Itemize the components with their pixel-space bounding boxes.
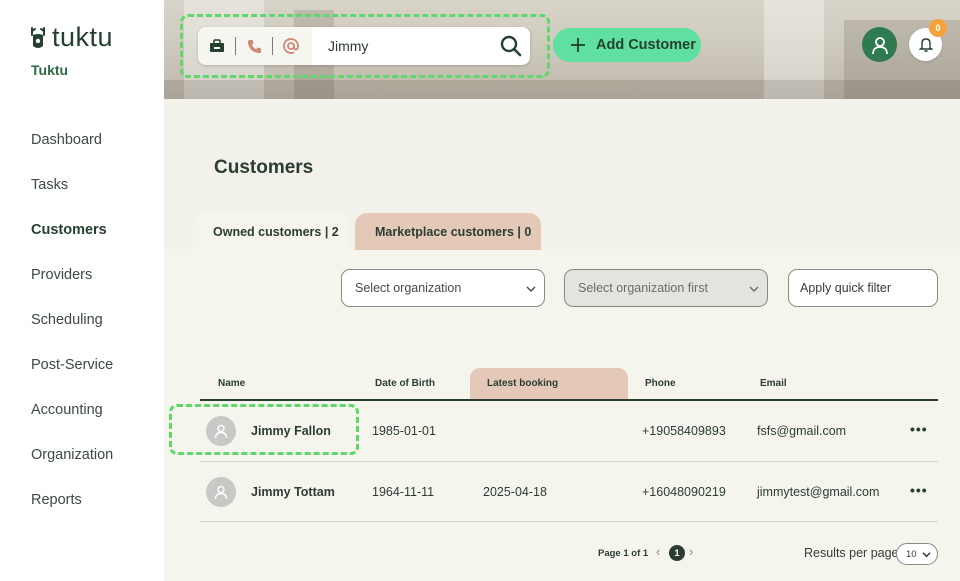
add-customer-button[interactable]: Add Customer (553, 28, 701, 62)
row-actions-menu[interactable]: ••• (910, 421, 928, 437)
notification-count-badge: 0 (929, 19, 947, 37)
tab-marketplace-customers[interactable]: Marketplace customers | 0 (355, 213, 541, 250)
add-customer-label: Add Customer (596, 37, 696, 53)
customer-avatar (206, 477, 236, 507)
sidebar-item-customers[interactable]: Customers (31, 220, 113, 265)
sidebar: tuktu Tuktu Dashboard Tasks Customers Pr… (0, 0, 164, 581)
user-icon (871, 36, 888, 54)
user-placeholder-icon (214, 485, 228, 500)
sidebar-item-scheduling[interactable]: Scheduling (31, 310, 113, 355)
customer-phone: +16048090219 (642, 485, 726, 499)
bell-icon (918, 38, 933, 52)
column-header-phone[interactable]: Phone (645, 378, 676, 389)
organization-select-placeholder: Select organization (355, 281, 462, 295)
secondary-select-placeholder: Select organization first (578, 281, 708, 295)
previous-page-button[interactable]: ‹ (656, 544, 660, 559)
table-header-divider (200, 399, 938, 401)
column-header-name[interactable]: Name (218, 378, 245, 389)
customer-email: fsfs@gmail.com (757, 424, 847, 438)
customer-latest-booking: 2025-04-18 (483, 485, 547, 499)
plus-icon (571, 38, 585, 52)
row-divider (200, 521, 938, 522)
customer-phone: +19058409893 (642, 424, 726, 438)
sidebar-item-organization[interactable]: Organization (31, 445, 113, 490)
sidebar-item-reports[interactable]: Reports (31, 490, 113, 535)
column-header-email[interactable]: Email (760, 378, 787, 389)
organization-name: Tuktu (31, 62, 69, 78)
row-divider (200, 461, 938, 462)
row-actions-menu[interactable]: ••• (910, 482, 928, 498)
sidebar-item-dashboard[interactable]: Dashboard (31, 130, 113, 175)
results-per-page-value: 10 (906, 548, 917, 560)
user-avatar-button[interactable] (862, 27, 897, 62)
results-per-page-select[interactable]: 10 (896, 543, 938, 565)
search-highlight-annotation (180, 14, 550, 78)
customer-dob: 1964-11-11 (372, 485, 435, 499)
customer-name-link[interactable]: Jimmy Tottam (251, 485, 335, 499)
brand-name: tuktu (52, 22, 114, 52)
sidebar-nav: Dashboard Tasks Customers Providers Sche… (31, 130, 113, 535)
customer-dob: 1985-01-01 (372, 424, 436, 438)
customer-email: jimmytest@gmail.com (757, 485, 880, 499)
chevron-down-icon (526, 286, 536, 292)
column-header-latest-booking[interactable]: Latest booking (487, 378, 558, 389)
organization-select[interactable]: Select organization (341, 269, 545, 307)
chevron-down-icon (922, 552, 931, 558)
quick-filter-button[interactable]: Apply quick filter (788, 269, 938, 307)
sidebar-item-tasks[interactable]: Tasks (31, 175, 113, 220)
page-info: Page 1 of 1 (598, 548, 649, 559)
brand-logo[interactable]: tuktu (30, 22, 113, 53)
sidebar-item-post-service[interactable]: Post-Service (31, 355, 113, 400)
secondary-organization-select[interactable]: Select organization first (564, 269, 768, 307)
sidebar-item-accounting[interactable]: Accounting (31, 400, 113, 445)
sidebar-item-providers[interactable]: Providers (31, 265, 113, 310)
current-page-button[interactable]: 1 (669, 545, 685, 561)
next-page-button[interactable]: › (689, 544, 693, 559)
chevron-down-icon (749, 286, 759, 292)
column-header-dob[interactable]: Date of Birth (375, 378, 435, 389)
page-title: Customers (214, 157, 314, 178)
deer-logo-icon (31, 26, 45, 48)
row-highlight-annotation (169, 404, 359, 455)
tab-owned-customers[interactable]: Owned customers | 2 (193, 213, 349, 250)
results-per-page-label: Results per page (804, 546, 899, 560)
